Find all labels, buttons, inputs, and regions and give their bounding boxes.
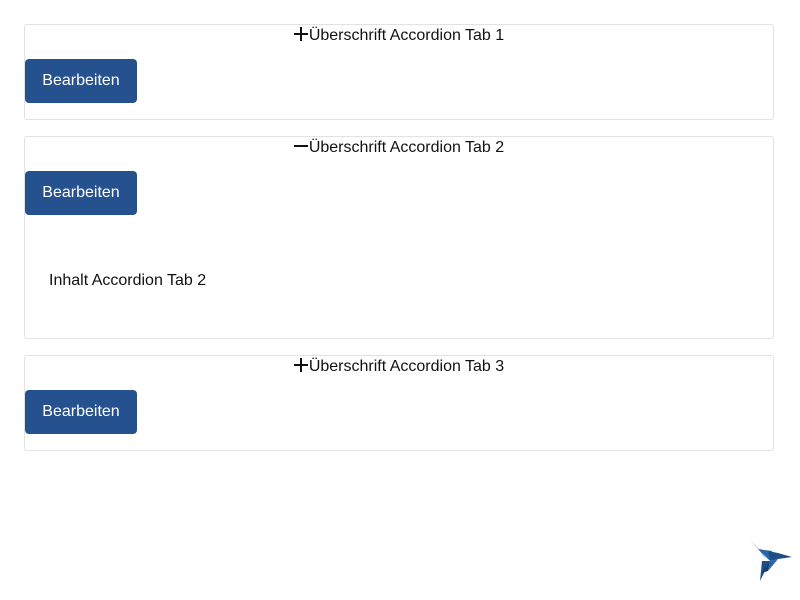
accordion-header-2[interactable]: Überschrift Accordion Tab 2 <box>25 137 773 159</box>
accordion-title-3[interactable]: Überschrift Accordion Tab 3 <box>309 357 504 377</box>
accordion-item-3: Überschrift Accordion Tab 3 Bearbeiten <box>24 355 774 451</box>
hummingbird-logo-icon <box>748 537 794 583</box>
accordion-item-1: Überschrift Accordion Tab 1 Bearbeiten <box>24 24 774 120</box>
edit-button-1[interactable]: Bearbeiten <box>25 59 137 103</box>
edit-button-3[interactable]: Bearbeiten <box>25 390 137 434</box>
plus-icon[interactable] <box>293 27 308 41</box>
page: Überschrift Accordion Tab 1 Bearbeiten Ü… <box>0 0 800 600</box>
accordion-header-3[interactable]: Überschrift Accordion Tab 3 <box>25 356 773 378</box>
minus-icon[interactable] <box>293 139 308 153</box>
accordion-header-1[interactable]: Überschrift Accordion Tab 1 <box>25 25 773 47</box>
edit-button-2[interactable]: Bearbeiten <box>25 171 137 215</box>
plus-icon[interactable] <box>293 358 308 372</box>
accordion-content-2: Inhalt Accordion Tab 2 <box>49 272 207 289</box>
accordion-title-2[interactable]: Überschrift Accordion Tab 2 <box>309 138 504 158</box>
accordion-item-2: Überschrift Accordion Tab 2 Bearbeiten I… <box>24 136 774 339</box>
accordion-title-1[interactable]: Überschrift Accordion Tab 1 <box>309 26 504 46</box>
